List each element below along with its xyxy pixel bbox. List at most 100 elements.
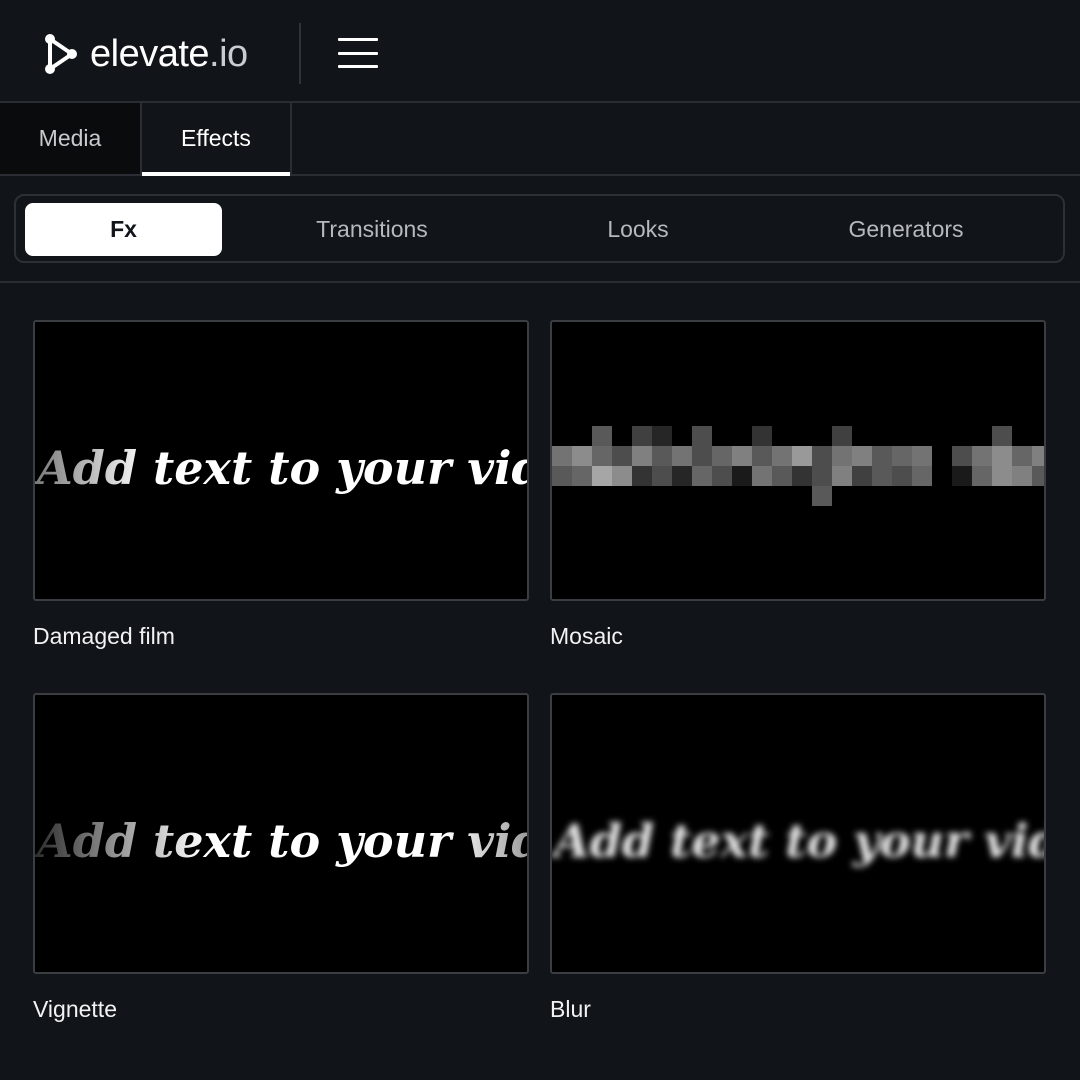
mosaic-pixel <box>772 466 792 486</box>
effect-thumbnail[interactable] <box>550 320 1046 601</box>
mosaic-pixel <box>872 446 892 466</box>
mosaic-pixel <box>632 466 652 486</box>
subtab-generators-label: Generators <box>848 216 964 242</box>
blur-preview: Add text to your video <box>552 814 1046 868</box>
mosaic-pixels <box>552 426 1044 506</box>
preview-text: Add text to your video <box>35 441 529 495</box>
mosaic-pixel <box>712 466 732 486</box>
mosaic-pixel <box>812 446 832 466</box>
effect-card-blur[interactable]: Add text to your video Blur <box>550 693 1046 1023</box>
mosaic-pixel <box>572 446 592 466</box>
mosaic-pixel <box>592 446 612 466</box>
subtab-transitions-label: Transitions <box>316 216 428 242</box>
mosaic-pixel <box>632 446 652 466</box>
mosaic-pixel <box>572 466 592 486</box>
mosaic-pixel <box>832 446 852 466</box>
menu-icon-bar <box>338 51 378 55</box>
section-divider <box>0 281 1080 283</box>
effects-category-tabs: Fx Transitions Looks Generators <box>14 194 1065 263</box>
mosaic-pixel <box>992 446 1012 466</box>
mosaic-pixel <box>752 466 772 486</box>
brand-name-text: elevate <box>90 33 210 75</box>
subtab-fx[interactable]: Fx <box>25 203 222 256</box>
subtab-generators[interactable]: Generators <box>806 203 1006 256</box>
mosaic-preview <box>552 426 1044 506</box>
effect-thumbnail[interactable]: Add text to your video <box>33 320 529 601</box>
mosaic-pixel <box>672 466 692 486</box>
effect-card-mosaic[interactable]: Mosaic <box>550 320 1046 650</box>
mosaic-pixel <box>652 466 672 486</box>
tab-effects[interactable]: Effects <box>140 103 292 176</box>
effect-card-vignette[interactable]: Add text to your video Vignette <box>33 693 529 1023</box>
subtab-transitions[interactable]: Transitions <box>272 203 472 256</box>
mosaic-pixel <box>732 466 752 486</box>
brand-tld: .io <box>209 33 248 75</box>
brand-logo[interactable]: elevate.io <box>42 33 248 75</box>
subtab-looks-label: Looks <box>607 216 669 242</box>
mosaic-pixel <box>1012 446 1032 466</box>
effect-thumbnail[interactable]: Add text to your video <box>550 693 1046 974</box>
subtab-fx-label: Fx <box>110 216 137 242</box>
mosaic-pixel <box>612 466 632 486</box>
mosaic-pixel <box>752 446 772 466</box>
mosaic-pixel <box>692 466 712 486</box>
mosaic-pixel <box>712 446 732 466</box>
mosaic-pixel <box>672 446 692 466</box>
brand-name: elevate.io <box>90 33 248 75</box>
mosaic-pixel <box>992 466 1012 486</box>
mosaic-pixel <box>972 446 992 466</box>
preview-text: Add text to your video <box>35 814 529 868</box>
mosaic-pixel <box>652 426 672 446</box>
mosaic-pixel <box>792 466 812 486</box>
vignette-preview: Add text to your video <box>35 814 529 868</box>
mosaic-pixel <box>892 446 912 466</box>
mosaic-pixel <box>692 426 712 446</box>
effect-card-damaged-film[interactable]: Add text to your video Damaged film <box>33 320 529 650</box>
mosaic-pixel <box>852 466 872 486</box>
logo-icon <box>45 34 77 74</box>
mosaic-pixel <box>732 446 752 466</box>
menu-icon-bar <box>338 65 378 68</box>
mosaic-pixel <box>952 466 972 486</box>
mosaic-pixel <box>832 426 852 446</box>
tab-media[interactable]: Media <box>0 103 140 174</box>
mosaic-pixel <box>792 446 812 466</box>
mosaic-pixel <box>752 426 772 446</box>
mosaic-pixel <box>832 466 852 486</box>
effect-name: Blur <box>550 996 591 1022</box>
mosaic-pixel <box>592 426 612 446</box>
mosaic-pixel <box>972 466 992 486</box>
mosaic-pixel <box>692 446 712 466</box>
tab-media-label: Media <box>38 125 102 151</box>
damaged-film-preview: Add text to your video <box>35 441 529 495</box>
app-header: elevate.io <box>0 0 1080 103</box>
active-tab-indicator <box>142 172 290 176</box>
mosaic-pixel <box>1012 466 1032 486</box>
effect-thumbnail[interactable]: Add text to your video <box>33 693 529 974</box>
tab-effects-label: Effects <box>181 125 251 151</box>
mosaic-pixel <box>1032 466 1044 486</box>
subtab-looks[interactable]: Looks <box>558 203 718 256</box>
mosaic-pixel <box>992 426 1012 446</box>
effect-name: Vignette <box>33 996 117 1022</box>
header-divider <box>299 23 301 84</box>
mosaic-pixel <box>812 466 832 486</box>
mosaic-pixel <box>892 466 912 486</box>
menu-button[interactable] <box>338 36 378 70</box>
mosaic-pixel <box>912 466 932 486</box>
menu-icon-bar <box>338 38 378 41</box>
mosaic-pixel <box>772 446 792 466</box>
mosaic-pixel <box>872 466 892 486</box>
mosaic-pixel <box>852 446 872 466</box>
mosaic-pixel <box>612 446 632 466</box>
mosaic-pixel <box>652 446 672 466</box>
mosaic-pixel <box>952 446 972 466</box>
mosaic-pixel <box>632 426 652 446</box>
preview-text: Add text to your video <box>552 814 1046 868</box>
mosaic-pixel <box>592 466 612 486</box>
effect-name: Damaged film <box>33 623 175 649</box>
mosaic-pixel <box>552 466 572 486</box>
mosaic-pixel <box>912 446 932 466</box>
effect-name: Mosaic <box>550 623 623 649</box>
mosaic-pixel <box>552 446 572 466</box>
